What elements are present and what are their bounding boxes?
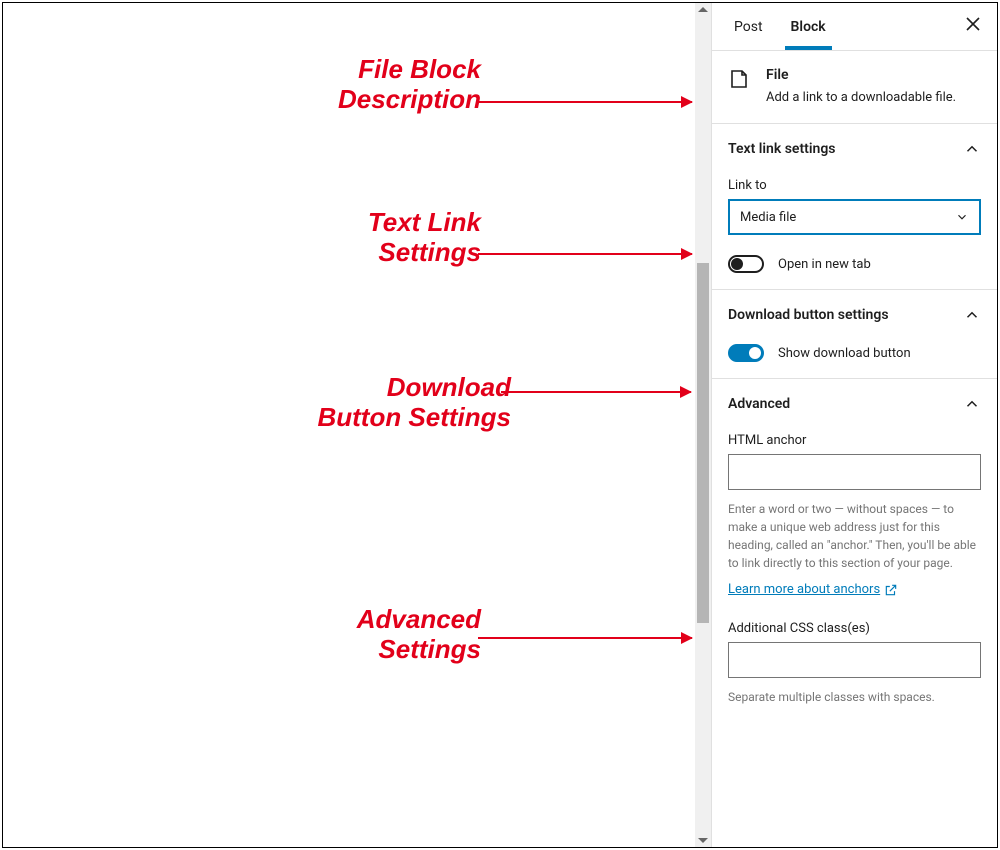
annotation-arrow-3	[501, 391, 691, 393]
editor-canvas: File Block Description Text Link Setting…	[3, 3, 711, 847]
download-button-settings-panel: Download button settings Show download b…	[712, 290, 997, 379]
scrollbar-arrow-up-icon[interactable]	[698, 7, 708, 12]
chevron-down-icon	[955, 210, 969, 224]
css-classes-help: Separate multiple classes with spaces.	[728, 688, 981, 706]
app-frame: File Block Description Text Link Setting…	[2, 2, 998, 848]
settings-sidebar: Post Block File Add a link to a download…	[711, 3, 997, 847]
annotation-file-block-description: File Block Description	[338, 55, 481, 115]
external-link-icon	[884, 583, 898, 597]
link-to-select[interactable]: Media file	[728, 199, 981, 235]
scrollbar-arrow-down-icon[interactable]	[698, 838, 708, 843]
annotation-arrow-1	[478, 101, 692, 103]
text-link-settings-title: Text link settings	[728, 141, 835, 157]
annotation-arrow-2	[478, 253, 692, 255]
close-sidebar-button[interactable]	[959, 10, 987, 43]
block-description-panel: File Add a link to a downloadable file.	[712, 51, 997, 124]
close-icon	[965, 16, 981, 32]
link-to-value: Media file	[740, 210, 796, 225]
block-subtitle: Add a link to a downloadable file.	[766, 89, 956, 107]
css-classes-input[interactable]	[728, 642, 981, 678]
annotation-text-link-settings: Text Link Settings	[368, 208, 481, 268]
tab-post[interactable]: Post	[720, 5, 777, 49]
chevron-up-icon	[963, 306, 981, 324]
html-anchor-label: HTML anchor	[728, 433, 981, 448]
text-link-settings-header[interactable]: Text link settings	[728, 140, 981, 158]
advanced-title: Advanced	[728, 396, 790, 412]
advanced-header[interactable]: Advanced	[728, 395, 981, 413]
sidebar-tabs: Post Block	[712, 3, 997, 51]
download-button-settings-title: Download button settings	[728, 307, 889, 323]
editor-scrollbar[interactable]	[695, 3, 711, 847]
link-to-label: Link to	[728, 178, 981, 193]
annotation-arrow-4	[478, 637, 692, 639]
text-link-settings-panel: Text link settings Link to Media file Op…	[712, 124, 997, 290]
tab-block[interactable]: Block	[777, 5, 840, 49]
block-title: File	[766, 67, 956, 83]
show-download-toggle[interactable]	[728, 344, 764, 362]
html-anchor-help: Enter a word or two — without spaces — t…	[728, 500, 981, 572]
scrollbar-thumb[interactable]	[697, 263, 709, 623]
open-new-tab-toggle[interactable]	[728, 255, 764, 273]
download-button-settings-header[interactable]: Download button settings	[728, 306, 981, 324]
learn-more-anchors-text: Learn more about anchors	[728, 582, 880, 597]
annotation-advanced-settings: Advanced Settings	[357, 605, 481, 665]
show-download-label: Show download button	[778, 346, 911, 361]
css-classes-label: Additional CSS class(es)	[728, 621, 981, 636]
chevron-up-icon	[963, 395, 981, 413]
annotation-download-button-settings: Download Button Settings	[317, 373, 511, 433]
advanced-panel: Advanced HTML anchor Enter a word or two…	[712, 379, 997, 712]
chevron-up-icon	[963, 140, 981, 158]
open-new-tab-label: Open in new tab	[778, 257, 871, 272]
file-block-icon	[728, 67, 752, 91]
html-anchor-input[interactable]	[728, 454, 981, 490]
learn-more-anchors-link[interactable]: Learn more about anchors	[728, 582, 898, 597]
